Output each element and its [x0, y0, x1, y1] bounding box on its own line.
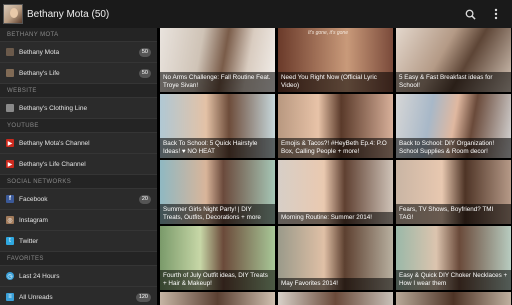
video-title: Easy & Quick DIY Choker Necklaces + How …: [396, 270, 511, 290]
section-header: BETHANY MOTA: [0, 28, 157, 42]
video-tile[interactable]: Back to School: DIY Organization! School…: [396, 94, 511, 158]
video-title: Fears, TV Shows, Boyfriend? TMI TAG!: [396, 204, 511, 224]
video-tile[interactable]: Emojis & Tacos?! #HeyBeth Ep.4: P.O Box,…: [278, 94, 393, 158]
section-header: FAVORITES: [0, 252, 157, 266]
video-thumbnail: [396, 292, 511, 305]
clock-icon: ◷: [6, 272, 14, 280]
twitter-icon: t: [6, 237, 14, 245]
sidebar-item-instagram[interactable]: ◎ Instagram: [0, 210, 157, 231]
unread-count-badge: 120: [135, 293, 151, 302]
search-icon[interactable]: [460, 4, 480, 24]
video-title: Fourth of July Outfit ideas, DIY Treats …: [160, 270, 275, 290]
facebook-icon: f: [6, 195, 14, 203]
section-header: SOCIAL NETWORKS: [0, 175, 157, 189]
video-tile[interactable]: [278, 292, 393, 305]
video-title: Morning Routine: Summer 2014!: [278, 211, 393, 224]
video-overlay-text: It's gone, it's gone: [308, 30, 348, 36]
video-tile[interactable]: Summer Girls Night Party! | DIY Treats, …: [160, 160, 275, 224]
app-bar: Bethany Mota (50): [0, 0, 512, 28]
sidebar-item-label: Last 24 Hours: [19, 272, 60, 280]
video-tile[interactable]: Fears, TV Shows, Boyfriend? TMI TAG!: [396, 160, 511, 224]
section-header: WEBSITE: [0, 84, 157, 98]
sidebar-item-label: Twitter: [19, 237, 39, 245]
video-title: Need You Right Now (Official Lyric Video…: [278, 72, 393, 92]
video-thumbnail: [278, 292, 393, 305]
video-grid: No Arms Challenge: Fall Routine Feat. Tr…: [157, 28, 512, 305]
unread-count-badge: 20: [138, 195, 151, 204]
video-thumbnail: [160, 292, 275, 305]
sidebar: BETHANY MOTA Bethany Mota 50 Bethany's L…: [0, 28, 157, 305]
video-title: 5 Easy & Fast Breakfast ideas for School…: [396, 72, 511, 92]
sidebar-item-label: Facebook: [19, 195, 48, 203]
video-title: May Favorites 2014!: [278, 277, 393, 290]
unread-count-badge: 50: [138, 48, 151, 57]
avatar-icon: [6, 104, 14, 112]
avatar-icon: [6, 69, 14, 77]
instagram-icon: ◎: [6, 216, 14, 224]
sidebar-item-mota-channel[interactable]: ▶ Bethany Mota's Channel: [0, 133, 157, 154]
channel-avatar[interactable]: [3, 4, 23, 24]
sidebar-item-label: Bethany's Clothing Line: [19, 104, 88, 112]
video-tile[interactable]: [160, 292, 275, 305]
sidebar-item-label: Instagram: [19, 216, 48, 224]
video-tile[interactable]: Morning Routine: Summer 2014!: [278, 160, 393, 224]
sidebar-item-label: Bethany Mota's Channel: [19, 139, 90, 147]
video-title: Back To School: 5 Quick Hairstyle Ideas!…: [160, 138, 275, 158]
video-title: Emojis & Tacos?! #HeyBeth Ep.4: P.O Box,…: [278, 138, 393, 158]
video-tile[interactable]: No Arms Challenge: Fall Routine Feat. Tr…: [160, 28, 275, 92]
video-tile[interactable]: Fourth of July Outfit ideas, DIY Treats …: [160, 226, 275, 290]
video-tile[interactable]: 5 Easy & Fast Breakfast ideas for School…: [396, 28, 511, 92]
sidebar-item-facebook[interactable]: f Facebook 20: [0, 189, 157, 210]
youtube-icon: ▶: [6, 160, 14, 168]
sidebar-item-bethanys-life[interactable]: Bethany's Life 50: [0, 63, 157, 84]
youtube-icon: ▶: [6, 139, 14, 147]
sidebar-item-clothing-line[interactable]: Bethany's Clothing Line: [0, 98, 157, 119]
sidebar-item-all-unreads[interactable]: ≡ All Unreads 120: [0, 287, 157, 305]
sidebar-item-label: All Unreads: [19, 293, 53, 301]
sidebar-item-twitter[interactable]: t Twitter: [0, 231, 157, 252]
video-tile[interactable]: Easy & Quick DIY Choker Necklaces + How …: [396, 226, 511, 290]
sidebar-item-label: Bethany's Life Channel: [19, 160, 86, 168]
app-title: Bethany Mota (50): [27, 8, 110, 20]
avatar-icon: [6, 48, 14, 56]
unread-count-badge: 50: [138, 69, 151, 78]
sidebar-item-life-channel[interactable]: ▶ Bethany's Life Channel: [0, 154, 157, 175]
video-tile[interactable]: [396, 292, 511, 305]
sidebar-item-label: Bethany Mota: [19, 48, 60, 56]
video-tile[interactable]: Back To School: 5 Quick Hairstyle Ideas!…: [160, 94, 275, 158]
video-title: No Arms Challenge: Fall Routine Feat. Tr…: [160, 72, 275, 92]
sidebar-item-bethany-mota[interactable]: Bethany Mota 50: [0, 42, 157, 63]
video-tile[interactable]: It's gone, it's gone Need You Right Now …: [278, 28, 393, 92]
sidebar-item-last-24-hours[interactable]: ◷ Last 24 Hours: [0, 266, 157, 287]
video-tile[interactable]: May Favorites 2014!: [278, 226, 393, 290]
video-title: Back to School: DIY Organization! School…: [396, 138, 511, 158]
video-title: Summer Girls Night Party! | DIY Treats, …: [160, 204, 275, 224]
overflow-menu-icon[interactable]: [486, 4, 506, 24]
sidebar-item-label: Bethany's Life: [19, 69, 60, 77]
list-icon: ≡: [6, 293, 14, 301]
section-header: YOUTUBE: [0, 119, 157, 133]
